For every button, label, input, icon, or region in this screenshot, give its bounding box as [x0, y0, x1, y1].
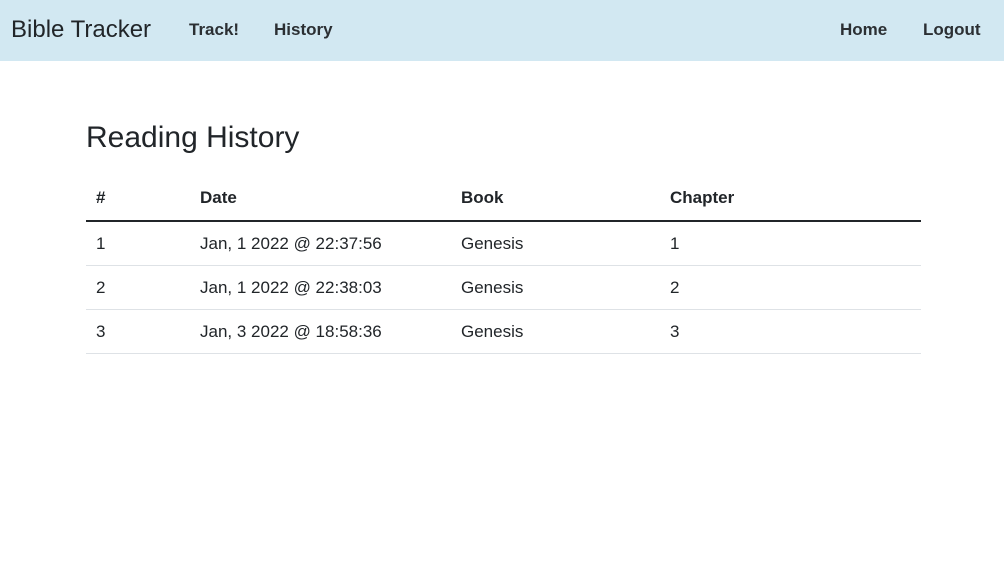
cell-date: Jan, 1 2022 @ 22:37:56 — [190, 221, 451, 266]
table-row: 1 Jan, 1 2022 @ 22:37:56 Genesis 1 — [86, 221, 921, 266]
cell-date: Jan, 1 2022 @ 22:38:03 — [190, 265, 451, 310]
cell-number: 1 — [86, 221, 190, 266]
nav-link-logout[interactable]: Logout — [923, 20, 981, 40]
reading-history-table: # Date Book Chapter 1 Jan, 1 2022 @ 22:3… — [86, 176, 921, 354]
table-row: 2 Jan, 1 2022 @ 22:38:03 Genesis 2 — [86, 265, 921, 310]
table-row: 3 Jan, 3 2022 @ 18:58:36 Genesis 3 — [86, 309, 921, 354]
top-navbar: Bible Tracker Track! History Home Logout — [0, 0, 1004, 61]
column-header-book: Book — [451, 176, 660, 222]
column-header-chapter: Chapter — [660, 176, 921, 222]
cell-book: Genesis — [451, 265, 660, 310]
brand-link[interactable]: Bible Tracker — [11, 14, 151, 46]
cell-book: Genesis — [451, 309, 660, 354]
nav-link-history[interactable]: History — [274, 20, 333, 40]
nav-link-home[interactable]: Home — [840, 20, 887, 40]
cell-number: 2 — [86, 265, 190, 310]
nav-link-track[interactable]: Track! — [189, 20, 239, 40]
cell-book: Genesis — [451, 221, 660, 266]
column-header-number: # — [86, 176, 190, 222]
page-title: Reading History — [86, 121, 300, 154]
table-header-row: # Date Book Chapter — [86, 176, 921, 222]
column-header-date: Date — [190, 176, 451, 222]
cell-number: 3 — [86, 309, 190, 354]
cell-date: Jan, 3 2022 @ 18:58:36 — [190, 309, 451, 354]
cell-chapter: 3 — [660, 309, 921, 354]
cell-chapter: 2 — [660, 265, 921, 310]
cell-chapter: 1 — [660, 221, 921, 266]
